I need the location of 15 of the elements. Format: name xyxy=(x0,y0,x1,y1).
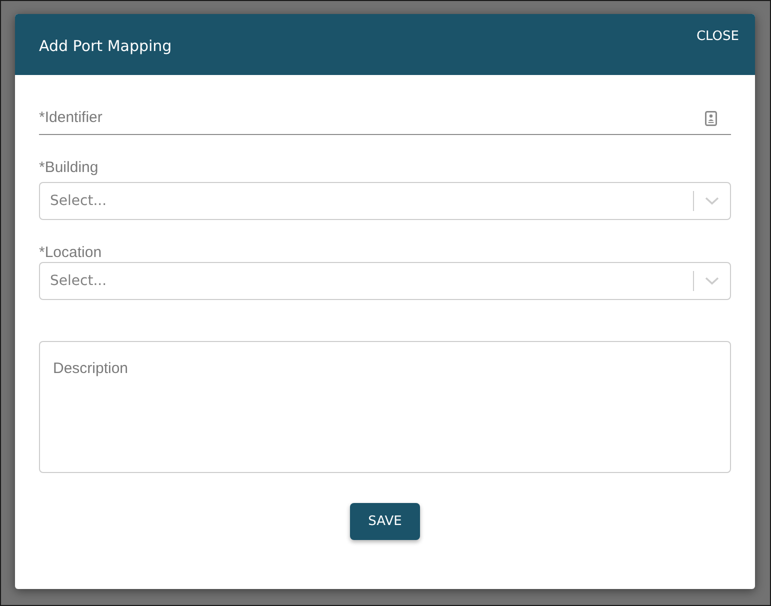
field-label: *Building xyxy=(39,159,100,177)
select-field[interactable]: Select... xyxy=(39,262,731,300)
person-badge-icon[interactable] xyxy=(705,110,717,126)
dialog-title: Add Port Mapping xyxy=(39,36,172,56)
select-placeholder: Select... xyxy=(50,273,108,289)
select-placeholder: Select... xyxy=(50,193,108,209)
chevron-down-icon xyxy=(705,277,719,285)
field-label: *Location xyxy=(39,244,103,262)
identifier-field[interactable]: *Identifier xyxy=(39,102,731,135)
description-field[interactable]: Description xyxy=(39,341,731,473)
field-label: *Identifier xyxy=(39,109,102,127)
chevron-down-icon xyxy=(705,197,719,205)
select-field[interactable]: Select... xyxy=(39,182,731,220)
close-button[interactable]: CLOSE xyxy=(696,28,739,46)
save-button[interactable]: SAVE xyxy=(350,503,420,540)
